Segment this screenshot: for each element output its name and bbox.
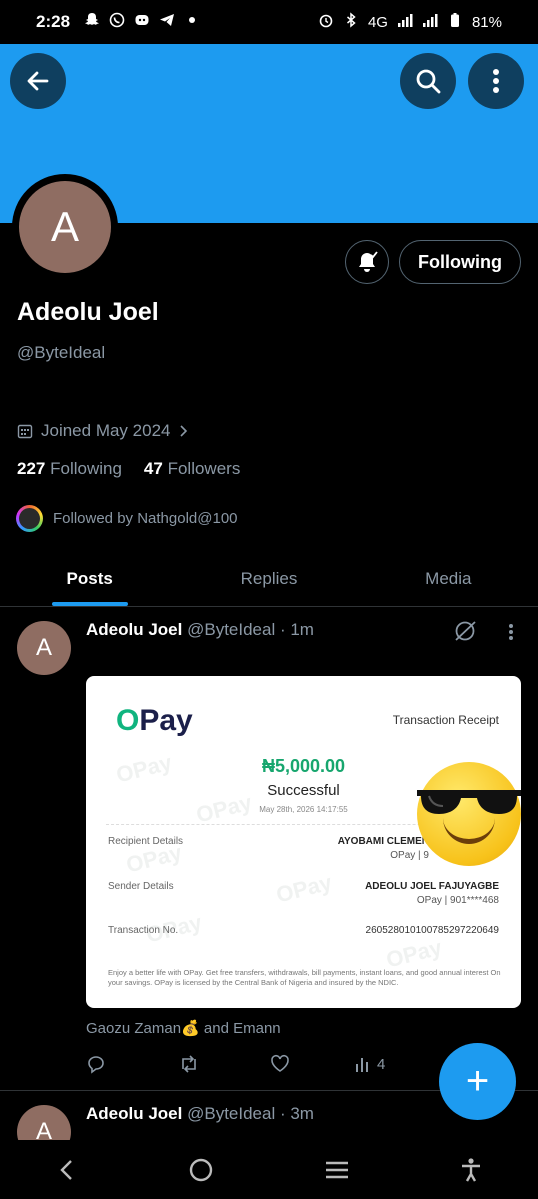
money-bag-emoji: 💰 [181, 1020, 200, 1037]
system-nav-bar [0, 1140, 538, 1199]
following-label: Following [50, 459, 122, 478]
calendar-icon [17, 424, 33, 439]
receipt-footer: Enjoy a better life with OPay. Get free … [108, 968, 501, 987]
tab-posts[interactable]: Posts [0, 552, 179, 606]
profile-tabs: Posts Replies Media [0, 552, 538, 607]
followers-count: 47 [143, 459, 163, 478]
tab-replies[interactable]: Replies [179, 552, 358, 606]
network-label: 4G [367, 13, 388, 31]
reply-icon [88, 1056, 104, 1074]
post-author-handle: @ByteIdeal [187, 620, 276, 639]
telegram-icon [159, 12, 175, 33]
joined-date[interactable]: Joined May 2024 [17, 421, 190, 441]
transaction-number: 260528010100785297220649 [365, 925, 499, 936]
profile-handle: @ByteIdeal [17, 343, 106, 362]
sender-name: ADEOLU JOEL FAJUYAGBE [365, 881, 499, 892]
sender-bank: OPay | 901****468 [416, 895, 499, 906]
post-header: Adeolu Joel @ByteIdeal · 1m [86, 620, 314, 640]
followed-by[interactable]: Followed by Nathgold@100 [16, 505, 238, 532]
follow-stats: 227 Following 47 Followers [17, 459, 240, 479]
post-more-icon[interactable] [509, 624, 513, 628]
sender-label: Sender Details [108, 881, 174, 892]
snapchat-icon [84, 12, 100, 33]
grok-icon[interactable] [452, 618, 478, 644]
search-icon [416, 69, 441, 94]
notifications-bell-button[interactable] [345, 240, 389, 284]
more-options-button[interactable] [468, 53, 524, 109]
followers-link[interactable]: 47 Followers [144, 459, 240, 479]
recipient-label: Recipient Details [108, 836, 184, 847]
repost-icon [182, 1055, 196, 1073]
bluetooth-icon [343, 12, 359, 32]
recipient-name: AYOBAMI CLEMEN [337, 836, 429, 847]
tab-posts-label: Posts [66, 569, 113, 588]
search-button[interactable] [400, 53, 456, 109]
signal-icon [422, 12, 438, 32]
post-author-name[interactable]: Adeolu Joel [86, 1104, 182, 1123]
followers-label: Followers [167, 459, 241, 478]
mutual-follower-avatar [16, 505, 43, 532]
liked-by[interactable]: Gaozu Zaman💰 and Emann [86, 1019, 281, 1037]
post-avatar[interactable]: A [17, 621, 71, 675]
arrow-left-icon [27, 71, 49, 91]
reply-button[interactable] [86, 1054, 178, 1074]
receipt-title: Transaction Receipt [392, 713, 499, 727]
sunglasses-emoji-sticker [417, 762, 521, 866]
views-count: 4 [377, 1055, 386, 1073]
signal-icon [397, 12, 413, 32]
battery-level: 81% [471, 13, 502, 31]
back-nav-icon[interactable] [55, 1158, 79, 1182]
tab-media-label: Media [425, 569, 472, 588]
back-button[interactable] [10, 53, 66, 109]
followed-by-text: Followed by Nathgold@100 [53, 510, 238, 527]
profile-avatar[interactable]: A [12, 174, 118, 280]
tab-replies-label: Replies [240, 569, 298, 588]
profile-name: Adeolu Joel [17, 298, 159, 326]
following-button[interactable]: Following [399, 240, 521, 284]
repost-button[interactable] [178, 1054, 270, 1074]
liked-by-prefix: Gaozu Zaman [86, 1020, 182, 1037]
recipient-bank: OPay | 9 [390, 850, 429, 861]
post-time: · 1m [279, 620, 314, 639]
status-time: 2:28 [36, 12, 71, 31]
transaction-label: Transaction No. [108, 925, 179, 936]
home-nav-icon[interactable] [188, 1157, 214, 1183]
post-author-name[interactable]: Adeolu Joel [86, 620, 182, 639]
following-count: 227 [17, 459, 46, 478]
dot-icon [184, 12, 200, 33]
status-bar: 2:28 4G 81% [0, 0, 538, 44]
views-button[interactable]: 4 [354, 1055, 385, 1073]
whatsapp-icon [109, 12, 125, 33]
battery-icon [447, 12, 463, 32]
tab-media[interactable]: Media [359, 552, 538, 606]
active-tab-indicator [52, 602, 128, 606]
post-time: · 3m [279, 1104, 314, 1123]
views-icon [356, 1058, 368, 1072]
accessibility-icon[interactable] [459, 1157, 483, 1183]
like-button[interactable] [270, 1054, 354, 1074]
profile-avatar-letter: A [19, 181, 111, 273]
alarm-icon [318, 12, 334, 32]
post-header: Adeolu Joel @ByteIdeal · 3m [86, 1104, 314, 1124]
opay-logo: OPay [116, 704, 193, 737]
post-author-handle: @ByteIdeal [187, 1104, 276, 1123]
liked-by-suffix: and Emann [203, 1020, 281, 1037]
discord-icon [134, 12, 150, 33]
heart-icon [271, 1054, 289, 1072]
more-vertical-icon [493, 69, 499, 93]
joined-label: Joined May 2024 [41, 421, 171, 440]
following-link[interactable]: 227 Following [17, 459, 122, 479]
chevron-right-icon [180, 425, 188, 437]
recents-nav-icon[interactable] [324, 1158, 350, 1182]
compose-post-button[interactable]: + [439, 1043, 516, 1120]
bell-check-icon [359, 251, 378, 272]
